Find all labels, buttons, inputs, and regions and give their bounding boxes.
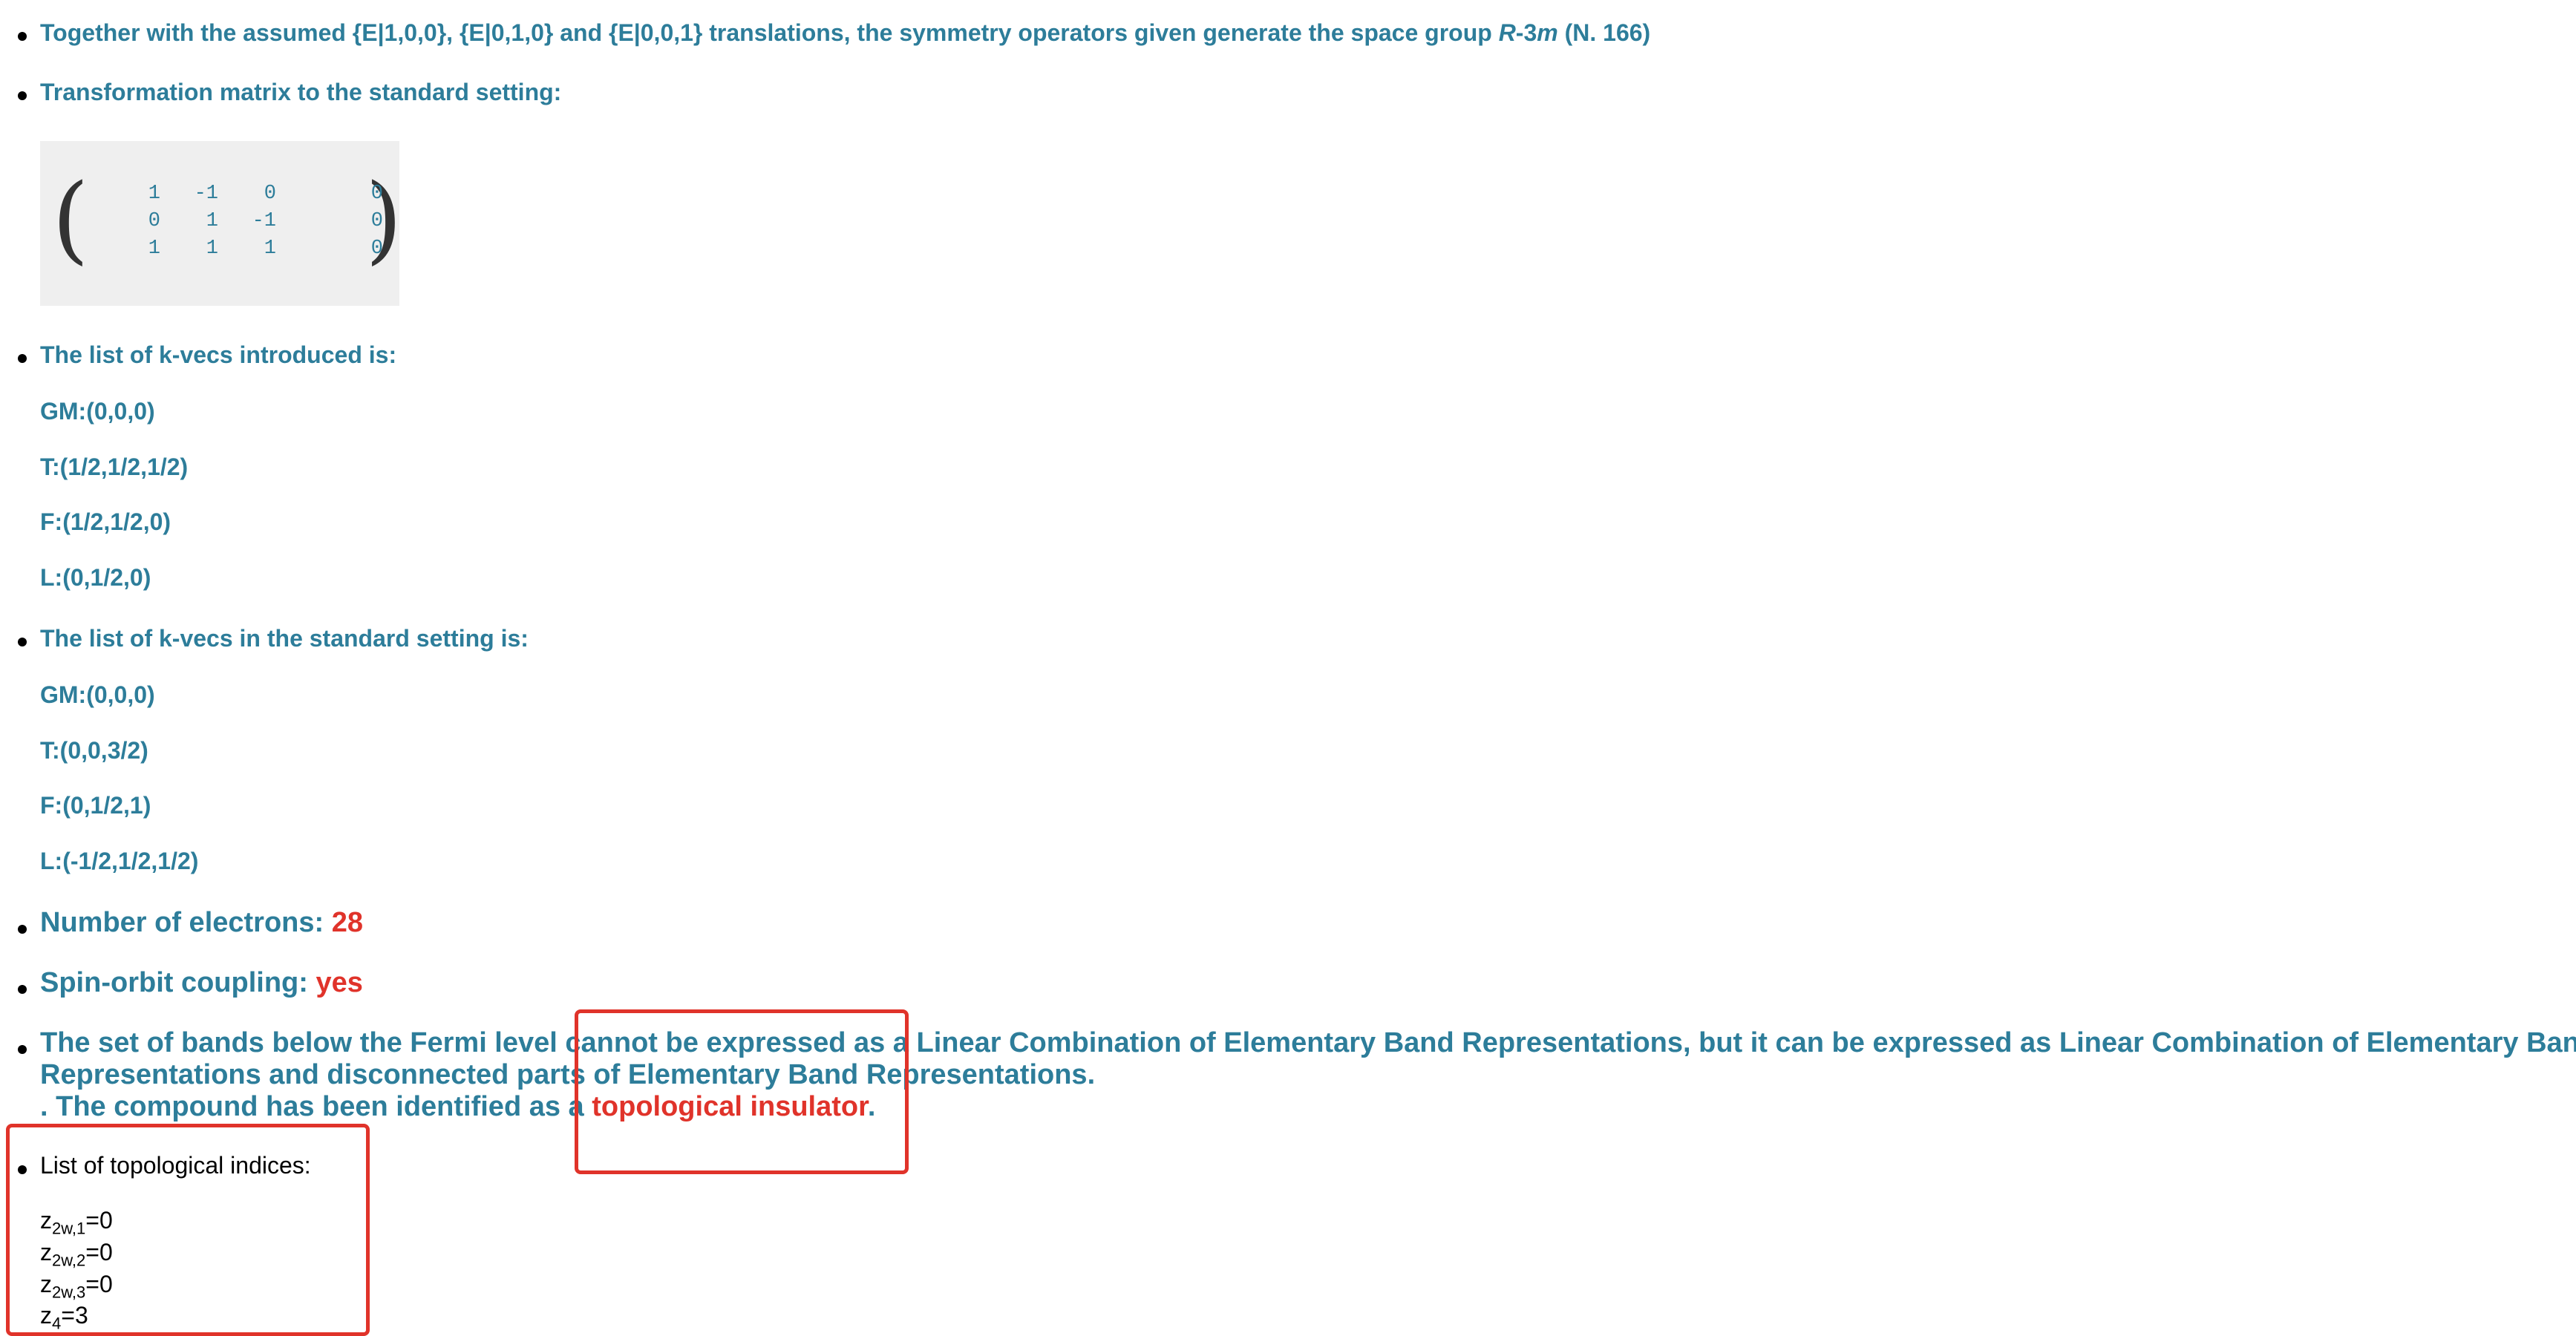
electrons-label: Number of electrons: (40, 907, 332, 938)
page: Together with the assumed {E|1,0,0}, {E|… (0, 0, 2576, 1336)
kvec-standard: F:(0,1/2,1) (40, 792, 151, 819)
matrix-cell: 0 (370, 238, 383, 260)
bullet (18, 1165, 27, 1174)
group-symbol-m: m (1537, 19, 1558, 46)
matrix-row: 0 1 -1 0 (40, 210, 399, 237)
matrix-cell: 0 (370, 183, 383, 205)
bands-line-2: Representations and disconnected parts o… (40, 1059, 1096, 1090)
kvecs-standard-label: The list of k-vecs in the standard setti… (40, 625, 529, 652)
electrons-line: Number of electrons: 28 (40, 907, 363, 939)
transformation-label: Transformation matrix to the standard se… (40, 79, 562, 105)
matrix-cell: 0 (148, 210, 160, 232)
index-value: =3 (61, 1302, 88, 1329)
matrix-row: 1 1 1 0 (40, 238, 399, 264)
bullet (18, 91, 27, 100)
kvec-standard: GM:(0,0,0) (40, 681, 155, 708)
topological-index: z2w,2=0 (40, 1239, 113, 1270)
bullet (18, 32, 27, 41)
matrix-cell: 1 (148, 183, 160, 205)
kvec-introduced: L:(0,1/2,0) (40, 564, 151, 591)
index-base: z (40, 1302, 52, 1329)
matrix-cell: 1 (148, 238, 160, 260)
matrix-cell: 0 (264, 183, 276, 205)
index-base: z (40, 1207, 52, 1234)
bullet (18, 354, 27, 363)
symmetry-note-suffix: (N. 166) (1557, 19, 1651, 46)
matrix-row: 1 -1 0 0 (40, 183, 399, 209)
index-value: =0 (85, 1207, 113, 1234)
topological-index: z4=3 (40, 1302, 88, 1333)
index-subscript: 4 (52, 1314, 62, 1333)
topological-insulator-highlight: topological insulator (592, 1091, 868, 1122)
index-subscript: 2w,1 (52, 1219, 86, 1238)
kvec-introduced: GM:(0,0,0) (40, 398, 155, 425)
kvecs-introduced-label: The list of k-vecs introduced is: (40, 341, 397, 368)
transformation-matrix: ( ) 1 -1 0 0 0 1 -1 0 1 1 1 0 (40, 141, 402, 306)
topological-index: z2w,3=0 (40, 1271, 113, 1302)
group-symbol-r: R (1498, 19, 1516, 46)
bullet (18, 985, 27, 994)
index-value: =0 (85, 1239, 113, 1265)
matrix-cell: -1 (194, 183, 218, 205)
index-value: =0 (85, 1271, 113, 1297)
soc-label: Spin-orbit coupling: (40, 967, 316, 998)
index-base: z (40, 1271, 52, 1297)
indices-label: List of topological indices: (40, 1152, 311, 1179)
kvec-standard: T:(0,0,3/2) (40, 737, 148, 764)
matrix-cell: 1 (206, 238, 218, 260)
index-base: z (40, 1239, 52, 1265)
symmetry-note: Together with the assumed {E|1,0,0}, {E|… (40, 19, 1650, 47)
matrix-cell: 1 (206, 210, 218, 232)
soc-value: yes (316, 967, 363, 998)
bands-line-3-prefix: . The compound has been identified as a (40, 1091, 592, 1122)
matrix-cell: -1 (252, 210, 276, 232)
matrix-cell: 0 (370, 210, 383, 232)
matrix-cell: 1 (264, 238, 276, 260)
index-subscript: 2w,3 (52, 1283, 86, 1302)
kvec-standard: L:(-1/2,1/2,1/2) (40, 848, 199, 874)
bullet (18, 925, 27, 934)
kvec-introduced: T:(1/2,1/2,1/2) (40, 453, 189, 480)
kvec-introduced: F:(1/2,1/2,0) (40, 508, 171, 535)
bands-line-3: . The compound has been identified as a … (40, 1091, 875, 1123)
electrons-value: 28 (331, 907, 364, 938)
bullet (18, 638, 27, 646)
soc-line: Spin-orbit coupling: yes (40, 967, 363, 999)
symmetry-note-prefix: Together with the assumed {E|1,0,0}, {E|… (40, 19, 1499, 46)
group-symbol-mid: -3 (1515, 19, 1537, 46)
bands-line-3-suffix: . (867, 1091, 876, 1122)
bands-line-1: The set of bands below the Fermi level c… (40, 1027, 2576, 1058)
bullet (18, 1045, 27, 1054)
topological-index: z2w,1=0 (40, 1207, 113, 1238)
index-subscript: 2w,2 (52, 1251, 86, 1270)
